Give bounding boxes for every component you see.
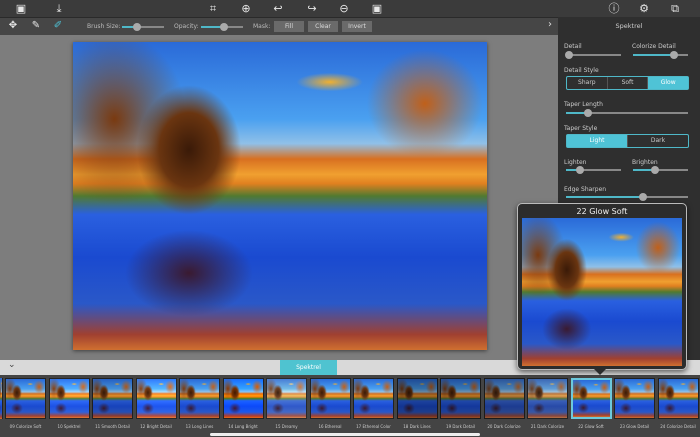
taper-style-light[interactable]: Light: [567, 135, 628, 147]
main-image[interactable]: [73, 42, 487, 350]
preset-label: 10 Spektrel: [57, 424, 81, 429]
brush-tool-icon[interactable]: ✎: [28, 17, 44, 34]
opacity-label: Opacity:: [174, 23, 199, 30]
eraser-tool-icon[interactable]: ✐: [50, 17, 66, 34]
preset-label: 22 Glow Soft: [578, 424, 604, 429]
preset-thumbnail[interactable]: [135, 378, 177, 419]
preset-thumbnail[interactable]: [5, 378, 46, 419]
edge-sharpen-slider[interactable]: [566, 193, 688, 201]
save-icon[interactable]: ⤓: [51, 0, 67, 17]
preset-thumbnail[interactable]: [353, 378, 394, 419]
taper-style-label: Taper Style: [564, 125, 598, 132]
info-icon[interactable]: ⓘ: [606, 0, 622, 17]
preset-thumbnail[interactable]: [614, 378, 655, 419]
preset-thumbnail[interactable]: [92, 378, 133, 419]
preset-thumbnail[interactable]: [309, 378, 351, 419]
preset-thumbnail[interactable]: [396, 378, 438, 419]
share-icon[interactable]: ⧉: [667, 0, 683, 17]
crop-icon[interactable]: ⌗: [205, 0, 221, 17]
edge-sharpen-label: Edge Sharpen: [564, 186, 607, 193]
brush-size-slider[interactable]: [122, 23, 164, 31]
brighten-label: Brighten: [632, 159, 658, 166]
colorize-detail-label: Colorize Detail: [632, 43, 676, 50]
settings-icon[interactable]: ⚙: [636, 0, 652, 17]
fit-screen-icon[interactable]: ▣: [369, 0, 385, 17]
preset-label: 14 Long Bright: [228, 424, 258, 429]
brush-size-label: Brush Size:: [87, 23, 121, 30]
preset-label: 21 Dark Colorize: [530, 424, 565, 429]
preset-thumbnail[interactable]: [179, 378, 220, 419]
invert-button[interactable]: Invert: [342, 21, 372, 32]
category-tab-spektrel[interactable]: Spektrel: [280, 360, 337, 375]
undo-icon[interactable]: ↩: [270, 0, 286, 17]
lighten-label: Lighten: [564, 159, 587, 166]
preset-thumbnail[interactable]: [48, 378, 90, 419]
fill-button[interactable]: Fill: [274, 21, 304, 32]
top-toolbar: ▣ ⤓ ⌗ ⊕ ↩ ↪ ⊖ ▣ ⓘ ⚙ ⧉: [0, 0, 700, 17]
preset-label: 13 Long Lines: [185, 424, 214, 429]
detail-label: Detail: [564, 43, 582, 50]
preset-thumbnail[interactable]: [527, 378, 568, 419]
colorize-detail-slider[interactable]: [633, 51, 688, 59]
detail-style-soft[interactable]: Soft: [608, 77, 649, 89]
taper-length-slider[interactable]: [566, 109, 688, 117]
preset-preview-popup: 22 Glow Soft: [517, 203, 687, 370]
preview-title: 22 Glow Soft: [576, 207, 628, 216]
open-image-icon[interactable]: ▣: [13, 0, 29, 17]
preset-thumbnail[interactable]: [440, 378, 481, 419]
preset-thumbnail[interactable]: [222, 378, 264, 419]
preset-thumbnail[interactable]: [570, 378, 612, 419]
detail-style-segmented: Sharp Soft Glow: [566, 76, 689, 90]
popup-pointer: [594, 369, 606, 375]
collapse-panel-button[interactable]: ›: [548, 19, 552, 30]
taper-style-dark[interactable]: Dark: [628, 135, 688, 147]
taper-style-segmented: Light Dark: [566, 134, 689, 148]
brighten-slider[interactable]: [633, 166, 688, 174]
preview-image: [522, 218, 682, 366]
detail-slider[interactable]: [564, 51, 621, 59]
zoom-out-icon[interactable]: ⊖: [336, 0, 352, 17]
preset-label: 17 Ethereal Color: [356, 424, 391, 429]
preset-label: 12 Bright Detail: [140, 424, 172, 429]
preset-thumbnail[interactable]: [657, 378, 699, 419]
preset-label: 11 Smooth Detail: [95, 424, 130, 429]
preset-label: 15 Dreamy: [275, 424, 298, 429]
preset-label: 20 Dark Colorize: [487, 424, 521, 429]
clear-button[interactable]: Clear: [308, 21, 338, 32]
taper-length-label: Taper Length: [564, 101, 603, 108]
zoom-in-icon[interactable]: ⊕: [238, 0, 254, 17]
preset-thumbnail-partial[interactable]: [0, 378, 3, 419]
preset-strip-scrollbar[interactable]: [210, 433, 480, 436]
preset-label: 23 Glow Detail: [619, 424, 650, 429]
preset-label: 24 Colorize Detail: [660, 424, 696, 429]
detail-style-glow[interactable]: Glow: [648, 77, 689, 89]
preset-label: 18 Dark Lines: [403, 424, 431, 429]
lighten-slider[interactable]: [566, 166, 621, 174]
mask-label: Mask:: [253, 23, 271, 30]
preset-label: 09 Colorize Soft: [9, 424, 42, 429]
collapse-strip-toggle[interactable]: ⌄: [8, 360, 16, 370]
preset-thumbnail[interactable]: [266, 378, 307, 419]
redo-icon[interactable]: ↪: [304, 0, 320, 17]
detail-style-label: Detail Style: [564, 67, 599, 74]
opacity-slider[interactable]: [201, 23, 243, 31]
preset-label: 16 Ethereal: [318, 424, 342, 429]
preset-label: 19 Dark Detail: [446, 424, 475, 429]
preset-thumbnail[interactable]: [483, 378, 525, 419]
move-tool-icon[interactable]: ✥: [5, 17, 21, 34]
detail-style-sharp[interactable]: Sharp: [567, 77, 608, 89]
panel-title: Spektrel: [615, 22, 643, 30]
